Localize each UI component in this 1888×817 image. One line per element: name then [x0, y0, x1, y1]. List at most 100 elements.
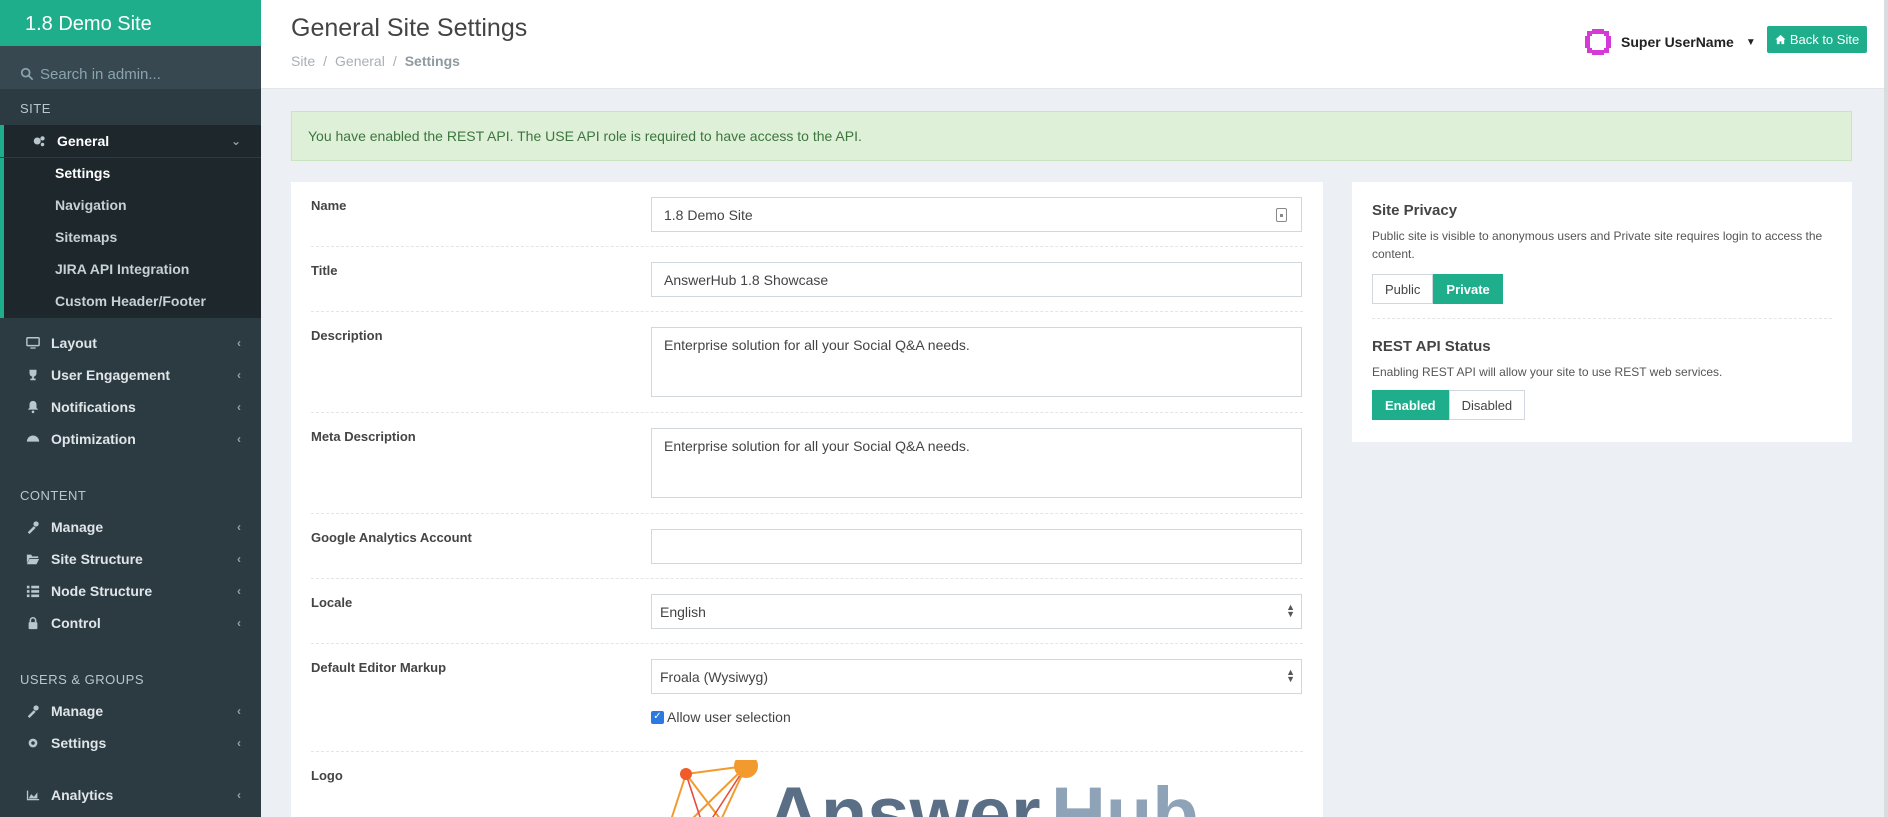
bell-icon [25, 399, 41, 415]
sidebar-item-notifications[interactable]: Notifications ‹ [0, 391, 261, 423]
area-chart-icon [25, 787, 41, 803]
caret-down-icon: ▼ [1745, 36, 1756, 48]
public-button[interactable]: Public [1372, 274, 1434, 304]
description-label: Description [311, 328, 383, 343]
brand-logo[interactable]: 1.8 Demo Site [0, 0, 261, 46]
sidebar-item-site-structure[interactable]: Site Structure ‹ [0, 543, 261, 575]
disabled-button[interactable]: Disabled [1448, 390, 1526, 420]
chevron-left-icon: ‹ [237, 788, 241, 802]
form-row-description: Description Enterprise solution for all … [311, 312, 1303, 413]
chevron-left-icon: ‹ [237, 368, 241, 382]
back-to-site-button[interactable]: Back to Site [1767, 26, 1867, 53]
settings-form: Name 1.8 Demo Site Title AnswerHub 1.8 S… [291, 182, 1323, 817]
editor-markup-select[interactable]: Froala (Wysiwyg) ▲ ▼ [651, 659, 1302, 694]
name-label: Name [311, 198, 347, 213]
sidebar-item-user-engagement[interactable]: User Engagement ‹ [0, 359, 261, 391]
form-row-name: Name 1.8 Demo Site [311, 182, 1303, 247]
title-value: AnswerHub 1.8 Showcase [664, 272, 829, 288]
chevron-left-icon: ‹ [237, 616, 241, 630]
sidebar-item-label: Control [51, 615, 101, 631]
sidebar-subitem-navigation[interactable]: Navigation [55, 197, 127, 213]
dashboard-icon [25, 431, 41, 447]
site-privacy-title: Site Privacy [1372, 202, 1458, 219]
rest-api-toggle: Enabled Disabled [1372, 390, 1526, 420]
chevron-left-icon: ‹ [237, 520, 241, 534]
meta-description-value: Enterprise solution for all your Social … [664, 438, 970, 454]
form-row-google-analytics: Google Analytics Account [311, 514, 1303, 579]
answerhub-logo: Answer Hub [670, 760, 1199, 817]
sidebar-subitem-sitemaps[interactable]: Sitemaps [55, 229, 117, 245]
user-name: Super UserName [1621, 34, 1734, 50]
sidebar-item-analytics[interactable]: Analytics ‹ [0, 779, 261, 811]
sidebar-item-label: Layout [51, 335, 97, 351]
chevron-left-icon: ‹ [237, 584, 241, 598]
wrench-icon [25, 703, 41, 719]
sidebar-item-label: Manage [51, 519, 104, 535]
sidebar-item-layout[interactable]: Layout ‹ [0, 327, 261, 359]
trophy-icon [25, 367, 41, 383]
logo-text-hub: Hub [1051, 772, 1199, 817]
sidebar-subitem-custom-header[interactable]: Custom Header/Footer [55, 293, 206, 309]
sidebar-item-label: Node Structure [51, 583, 153, 599]
sidebar: 1.8 Demo Site Search in admin... SITE Ge… [0, 0, 261, 817]
title-input[interactable]: AnswerHub 1.8 Showcase [651, 262, 1302, 297]
title-label: Title [311, 263, 338, 278]
locale-select[interactable]: English ▲ ▼ [651, 594, 1302, 629]
editor-markup-value: Froala (Wysiwyg) [660, 669, 768, 685]
breadcrumb-site[interactable]: Site [291, 53, 315, 69]
allow-user-selection[interactable]: ✓ Allow user selection [651, 709, 791, 725]
allow-user-selection-checkbox[interactable]: ✓ [651, 710, 664, 724]
sidebar-item-content-manage[interactable]: Manage ‹ [0, 511, 261, 543]
breadcrumb-general[interactable]: General [335, 53, 385, 69]
chevron-down-icon: ⌄ [230, 134, 241, 148]
sidebar-item-label: Analytics [51, 787, 114, 803]
cogs-icon [31, 133, 47, 149]
name-input[interactable]: 1.8 Demo Site [651, 197, 1302, 232]
chevron-left-icon: ‹ [237, 432, 241, 446]
locale-value: English [660, 604, 706, 620]
form-row-editor-markup: Default Editor Markup Froala (Wysiwyg) ▲… [311, 644, 1303, 752]
meta-description-label: Meta Description [311, 429, 416, 444]
description-value: Enterprise solution for all your Social … [664, 337, 970, 353]
sidebar-item-users-manage[interactable]: Manage ‹ [0, 695, 261, 727]
page-title: General Site Settings [291, 14, 528, 42]
sidebar-item-general[interactable]: General ⌄ [0, 125, 261, 157]
sidebar-item-label: Settings [51, 735, 107, 751]
locale-label: Locale [311, 595, 353, 610]
sidebar-item-node-structure[interactable]: Node Structure ‹ [0, 575, 261, 607]
meta-description-textarea[interactable]: Enterprise solution for all your Social … [651, 428, 1302, 498]
site-privacy-description: Public site is visible to anonymous user… [1372, 229, 1823, 261]
sidebar-item-label: Site Structure [51, 551, 143, 567]
site-options-panel: Site Privacy Public site is visible to a… [1352, 182, 1852, 442]
sidebar-item-users-settings[interactable]: Settings ‹ [0, 727, 261, 759]
description-textarea[interactable]: Enterprise solution for all your Social … [651, 327, 1302, 397]
user-menu[interactable]: Super UserName ▼ [1583, 27, 1756, 57]
private-button[interactable]: Private [1433, 274, 1503, 304]
monitor-icon [25, 335, 41, 351]
search-placeholder: Search in admin... [40, 65, 161, 83]
wrench-icon [25, 519, 41, 535]
chevron-left-icon: ‹ [237, 336, 241, 350]
enabled-button[interactable]: Enabled [1372, 390, 1449, 420]
sidebar-item-optimization[interactable]: Optimization ‹ [0, 423, 261, 455]
section-header-site: SITE [20, 101, 51, 116]
site-privacy-toggle: Public Private [1372, 274, 1503, 304]
list-icon [25, 583, 41, 599]
breadcrumb-separator: / [392, 53, 397, 69]
search-icon [20, 67, 34, 81]
lock-icon [25, 615, 41, 631]
form-row-logo: Logo Answer Hub [311, 752, 1303, 817]
page-header: General Site Settings Site / General / S… [261, 0, 1888, 89]
google-analytics-input[interactable] [651, 529, 1302, 564]
sidebar-item-control[interactable]: Control ‹ [0, 607, 261, 639]
search-input[interactable]: Search in admin... [0, 46, 261, 89]
scrollbar[interactable] [1884, 0, 1888, 817]
sidebar-subitem-jira[interactable]: JIRA API Integration [55, 261, 189, 277]
sidebar-item-label: General [57, 133, 110, 149]
gear-icon [25, 735, 41, 751]
folder-open-icon [25, 551, 41, 567]
breadcrumb: Site / General / Settings [291, 53, 460, 69]
chevron-left-icon: ‹ [237, 400, 241, 414]
form-row-meta-description: Meta Description Enterprise solution for… [311, 413, 1303, 514]
sidebar-subitem-settings[interactable]: Settings [55, 165, 110, 181]
